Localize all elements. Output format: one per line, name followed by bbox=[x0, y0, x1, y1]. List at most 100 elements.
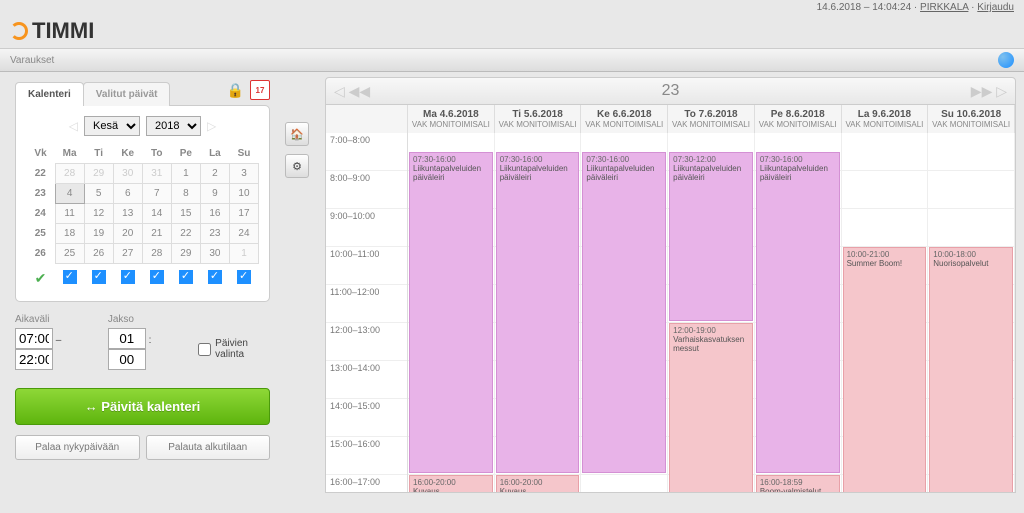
day-header: To 7.6.2018VAK MONITOIMISALI bbox=[668, 105, 755, 133]
logo-icon bbox=[10, 22, 28, 40]
mini-cal-day[interactable]: 29 bbox=[84, 164, 113, 184]
top-bar: 14.6.2018 – 14:04:24 · PIRKKALA · Kirjau… bbox=[0, 0, 1024, 18]
mini-cal-day[interactable]: 3 bbox=[229, 164, 258, 184]
lock-icon[interactable]: 🔒 bbox=[227, 82, 244, 99]
year-select[interactable]: 2018 bbox=[146, 116, 201, 136]
month-select[interactable]: Kesä bbox=[84, 116, 140, 136]
calendar-event[interactable]: 10:00-18:00Nuorisopalvelut bbox=[929, 247, 1013, 493]
day-checkbox[interactable] bbox=[208, 270, 222, 284]
day-checkbox[interactable] bbox=[121, 270, 135, 284]
mini-cal-day[interactable]: 11 bbox=[55, 204, 84, 224]
tab-selected-days[interactable]: Valitut päivät bbox=[83, 82, 171, 106]
calendar-header: ◁ ◀◀ 23 ▶▶ ▷ bbox=[325, 77, 1016, 105]
mini-cal-day[interactable]: 13 bbox=[113, 204, 142, 224]
calendar-mini-icon[interactable]: 17 bbox=[250, 80, 270, 100]
page-subtitle: Varaukset bbox=[10, 55, 54, 66]
globe-icon[interactable] bbox=[998, 52, 1014, 68]
time-slot-label: 14:00–15:00 bbox=[326, 399, 407, 437]
day-column[interactable]: 07:30-16:00Liikuntapalveluiden päiväleir… bbox=[755, 133, 842, 493]
time-slot-label: 12:00–13:00 bbox=[326, 323, 407, 361]
mini-cal-day[interactable]: 18 bbox=[55, 224, 84, 244]
home-icon[interactable]: 🏠 bbox=[285, 122, 309, 146]
mini-cal-day[interactable]: 24 bbox=[229, 224, 258, 244]
mini-cal-day[interactable]: 1 bbox=[171, 164, 200, 184]
calendar-event[interactable]: 07:30-16:00Liikuntapalveluiden päiväleir… bbox=[582, 152, 666, 473]
mini-cal-day[interactable]: 22 bbox=[171, 224, 200, 244]
calendar-event[interactable]: 16:00-20:00Kuvaus bbox=[409, 475, 493, 493]
prev-month-button[interactable]: ◁ bbox=[69, 119, 78, 133]
mini-cal-day[interactable]: 28 bbox=[55, 164, 84, 184]
period-label: Jakso bbox=[108, 314, 182, 325]
mini-cal-day[interactable]: 19 bbox=[84, 224, 113, 244]
mini-cal-day[interactable]: 23 bbox=[200, 224, 229, 244]
mini-cal-day[interactable]: 31 bbox=[142, 164, 171, 184]
today-button[interactable]: Palaa nykypäivään bbox=[15, 435, 140, 460]
time-to-input[interactable] bbox=[15, 349, 53, 370]
calendar-event[interactable]: 16:00-20:00Kuvaus bbox=[496, 475, 580, 493]
mini-cal-day[interactable]: 10 bbox=[229, 184, 258, 204]
time-slot-label: 15:00–16:00 bbox=[326, 437, 407, 475]
mini-cal-day[interactable]: 25 bbox=[55, 244, 84, 264]
reset-button[interactable]: Palauta alkutilaan bbox=[146, 435, 271, 460]
time-from-input[interactable] bbox=[15, 328, 53, 349]
day-column[interactable]: 07:30-16:00Liikuntapalveluiden päiväleir… bbox=[581, 133, 668, 493]
mini-cal-day[interactable]: 9 bbox=[200, 184, 229, 204]
mini-cal-day[interactable]: 17 bbox=[229, 204, 258, 224]
prev-week-button[interactable]: ◁ ◀◀ bbox=[334, 83, 370, 100]
day-checkbox[interactable] bbox=[92, 270, 106, 284]
mini-cal-day[interactable]: 21 bbox=[142, 224, 171, 244]
mini-cal-day[interactable]: 20 bbox=[113, 224, 142, 244]
time-slot-label: 11:00–12:00 bbox=[326, 285, 407, 323]
day-select-checkbox[interactable] bbox=[198, 343, 211, 356]
mini-cal-day[interactable]: 1 bbox=[229, 244, 258, 264]
calendar-event[interactable]: 10:00-21:00Summer Boom! bbox=[843, 247, 927, 493]
mini-cal-day[interactable]: 4 bbox=[55, 184, 84, 204]
calendar-panel: ◁ Kesä 2018 ▷ VkMaTiKeToPeLaSu 222829303… bbox=[15, 105, 270, 302]
mini-cal-day[interactable]: 6 bbox=[113, 184, 142, 204]
logo: TIMMI bbox=[10, 18, 1014, 44]
day-column[interactable]: 07:30-16:00Liikuntapalveluiden päiväleir… bbox=[495, 133, 582, 493]
calendar-event[interactable]: 07:30-16:00Liikuntapalveluiden päiväleir… bbox=[496, 152, 580, 473]
day-column[interactable]: 10:00-18:00Nuorisopalvelut bbox=[928, 133, 1015, 493]
next-week-button[interactable]: ▶▶ ▷ bbox=[971, 83, 1007, 100]
day-checkbox[interactable] bbox=[179, 270, 193, 284]
calendar-event[interactable]: 07:30-16:00Liikuntapalveluiden päiväleir… bbox=[756, 152, 840, 473]
mini-cal-day[interactable]: 12 bbox=[84, 204, 113, 224]
period-hour-input[interactable] bbox=[108, 328, 146, 349]
day-column[interactable]: 07:30-16:00Liikuntapalveluiden päiväleir… bbox=[408, 133, 495, 493]
calendar-event[interactable]: 12:00-19:00Varhaiskasvatuksen messut bbox=[669, 323, 753, 493]
mini-cal-day[interactable]: 28 bbox=[142, 244, 171, 264]
day-checkbox[interactable] bbox=[63, 270, 77, 284]
day-column[interactable]: 07:30-12:00Liikuntapalveluiden päiväleir… bbox=[668, 133, 755, 493]
calendar-event[interactable]: 07:30-16:00Liikuntapalveluiden päiväleir… bbox=[409, 152, 493, 473]
mini-cal-day[interactable]: 30 bbox=[113, 164, 142, 184]
day-checkbox[interactable] bbox=[150, 270, 164, 284]
gear-icon[interactable]: ⚙ bbox=[285, 154, 309, 178]
tab-calendar[interactable]: Kalenteri bbox=[15, 82, 84, 106]
mini-cal-day[interactable]: 8 bbox=[171, 184, 200, 204]
period-min-input[interactable] bbox=[108, 349, 146, 370]
mini-cal-day[interactable]: 30 bbox=[200, 244, 229, 264]
calendar-event[interactable]: 07:30-12:00Liikuntapalveluiden päiväleir… bbox=[669, 152, 753, 321]
time-slot-label: 7:00–8:00 bbox=[326, 133, 407, 171]
tenant-link[interactable]: PIRKKALA bbox=[920, 2, 968, 13]
mini-cal-day[interactable]: 5 bbox=[84, 184, 113, 204]
calendar-grid-scroll[interactable]: 7:00–8:008:00–9:009:00–10:0010:00–11:001… bbox=[325, 133, 1016, 493]
day-header: Su 10.6.2018VAK MONITOIMISALI bbox=[928, 105, 1015, 133]
mini-cal-day[interactable]: 16 bbox=[200, 204, 229, 224]
mini-cal-day[interactable]: 15 bbox=[171, 204, 200, 224]
mini-cal-day[interactable]: 7 bbox=[142, 184, 171, 204]
login-link[interactable]: Kirjaudu bbox=[977, 2, 1014, 13]
day-column[interactable]: 10:00-21:00Summer Boom! bbox=[842, 133, 929, 493]
time-slot-label: 10:00–11:00 bbox=[326, 247, 407, 285]
next-month-button[interactable]: ▷ bbox=[207, 119, 216, 133]
mini-cal-day[interactable]: 26 bbox=[84, 244, 113, 264]
mini-cal-day[interactable]: 27 bbox=[113, 244, 142, 264]
day-header: Pe 8.6.2018VAK MONITOIMISALI bbox=[755, 105, 842, 133]
refresh-calendar-button[interactable]: ↔ Päivitä kalenteri bbox=[15, 388, 270, 425]
mini-cal-day[interactable]: 29 bbox=[171, 244, 200, 264]
mini-cal-day[interactable]: 14 bbox=[142, 204, 171, 224]
day-checkbox[interactable] bbox=[237, 270, 251, 284]
mini-cal-day[interactable]: 2 bbox=[200, 164, 229, 184]
calendar-event[interactable]: 16:00-18:59Boom-valmistelut bbox=[756, 475, 840, 493]
